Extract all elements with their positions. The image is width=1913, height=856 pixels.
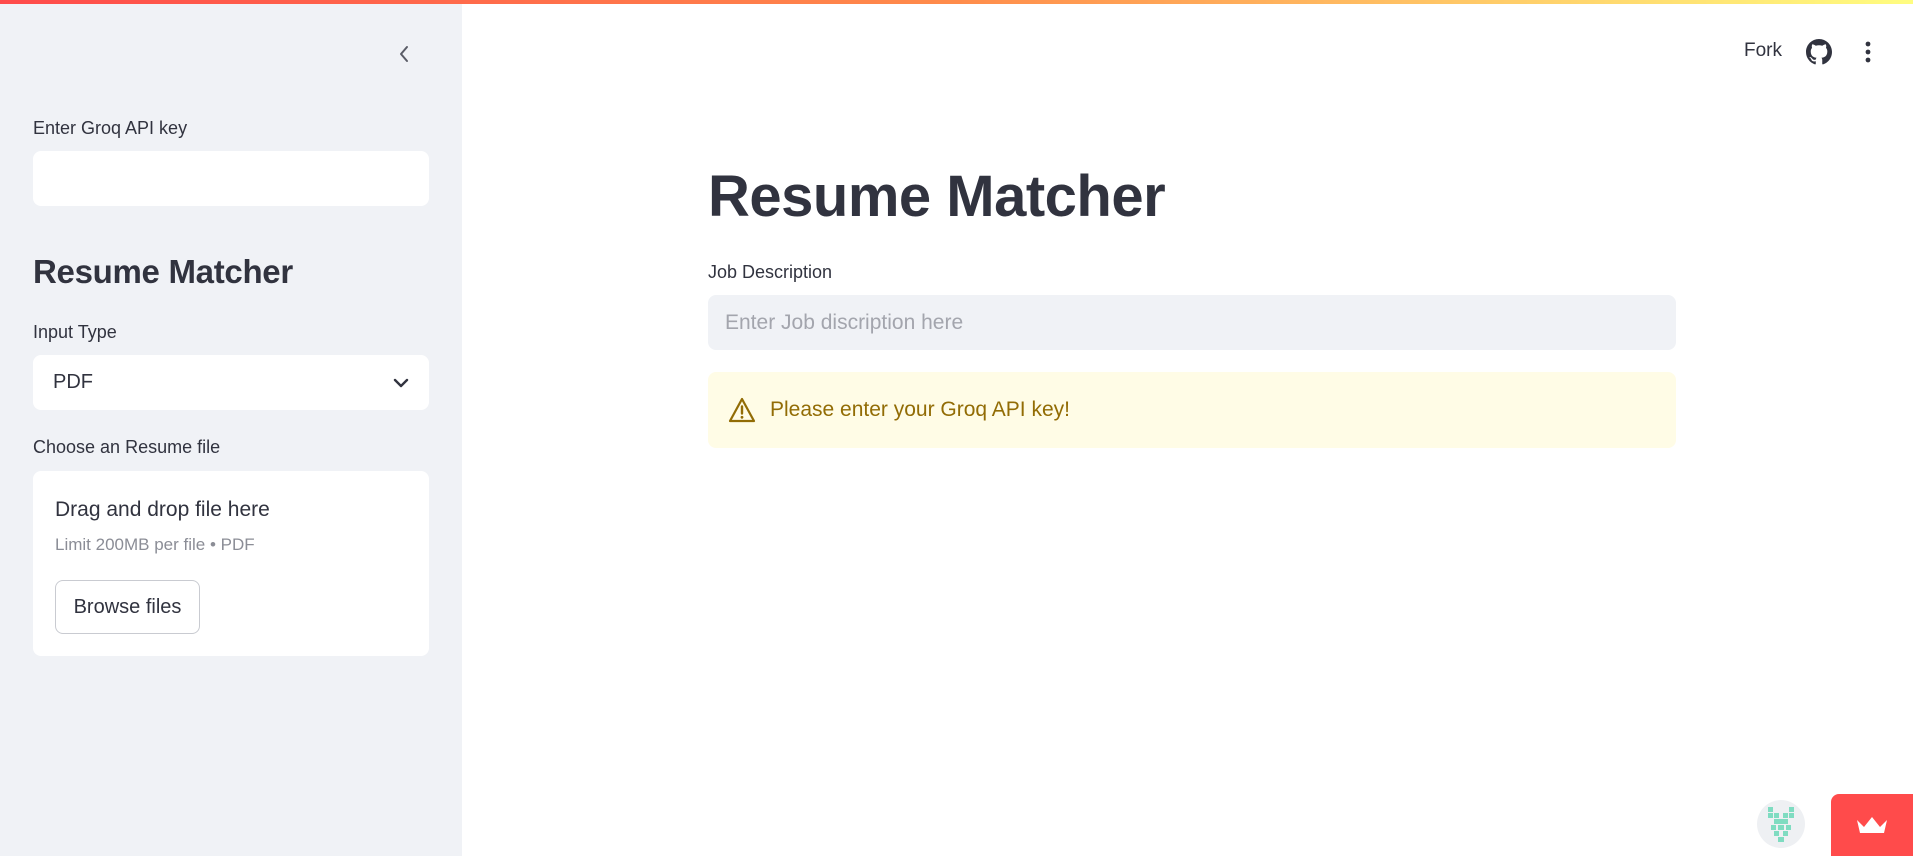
uploader-title: Drag and drop file here	[55, 498, 270, 521]
warning-icon	[728, 397, 756, 423]
input-type-label: Input Type	[33, 322, 117, 342]
browse-files-button[interactable]: Browse files	[55, 580, 200, 634]
job-description-label: Job Description	[708, 262, 833, 282]
page-title: Resume Matcher	[708, 164, 1166, 229]
streamlit-badge[interactable]	[1831, 794, 1913, 856]
input-type-select[interactable]: PDF	[33, 355, 429, 410]
main-menu-button[interactable]	[1856, 39, 1880, 65]
crown-icon	[1857, 817, 1887, 833]
collapse-sidebar-button[interactable]	[390, 40, 418, 68]
chevron-left-icon	[400, 46, 408, 62]
github-icon	[1806, 39, 1832, 65]
api-key-warning-alert: Please enter your Groq API key!	[708, 372, 1676, 448]
status-avatar[interactable]	[1757, 800, 1805, 848]
api-key-input[interactable]	[33, 151, 429, 206]
more-vertical-icon	[1865, 41, 1871, 63]
sidebar-heading: Resume Matcher	[33, 253, 293, 290]
api-key-label: Enter Groq API key	[33, 118, 188, 138]
fork-link[interactable]: Fork	[1744, 40, 1782, 62]
github-link[interactable]	[1806, 39, 1832, 65]
sidebar: Enter Groq API key Resume Matcher Input …	[0, 0, 462, 856]
pixel-avatar-icon	[1768, 807, 1794, 842]
input-type-selected-value: PDF	[53, 371, 93, 393]
file-uploader-label: Choose an Resume file	[33, 437, 221, 457]
top-decoration-bar	[0, 0, 1913, 4]
job-description-input[interactable]	[708, 295, 1676, 350]
warning-text: Please enter your Groq API key!	[770, 398, 1070, 421]
file-uploader-dropzone[interactable]: Drag and drop file here Limit 200MB per …	[33, 471, 429, 656]
uploader-limit-text: Limit 200MB per file • PDF	[55, 535, 255, 554]
chevron-down-icon	[393, 378, 409, 387]
